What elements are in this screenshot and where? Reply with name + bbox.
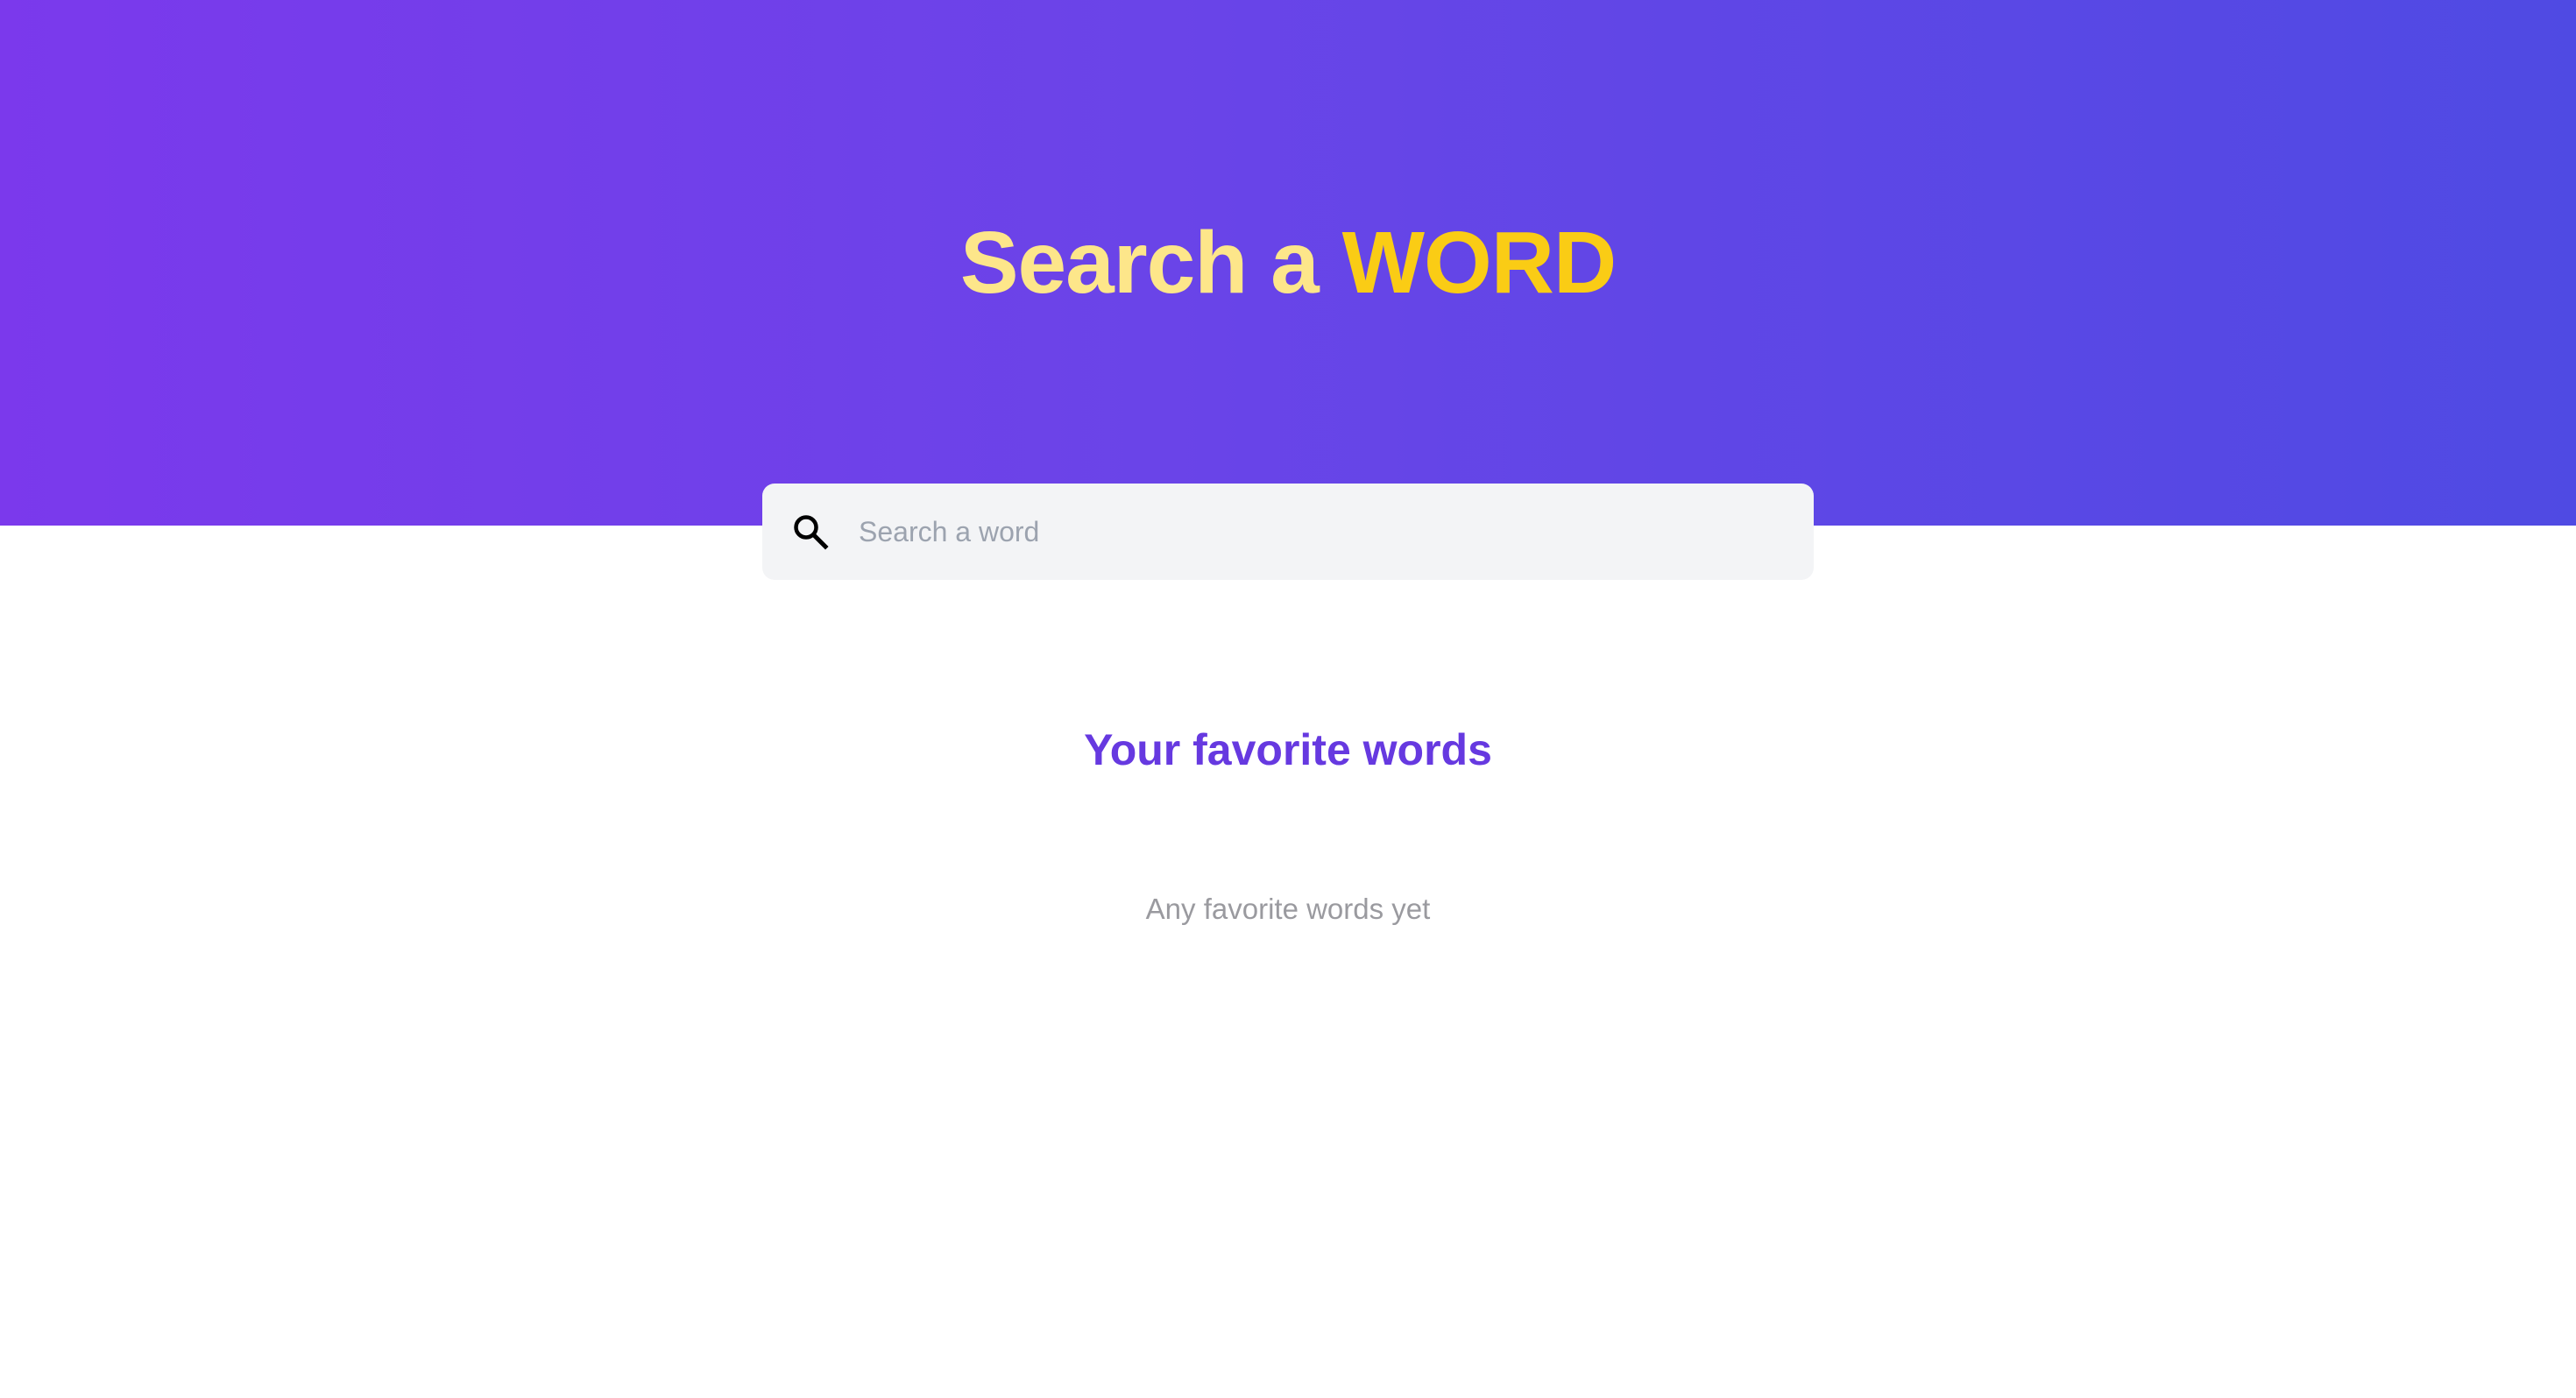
hero-banner: Search a WORD	[0, 0, 2576, 526]
search-bar[interactable]	[762, 484, 1814, 580]
page-title-highlight: WORD	[1341, 214, 1617, 312]
search-input[interactable]	[859, 484, 1787, 580]
search-icon[interactable]	[792, 513, 829, 550]
favorites-empty-message: Any favorite words yet	[1145, 893, 1431, 925]
page-title-prefix: Search a	[959, 214, 1342, 312]
page: Search a WORD Your favorite words Any fa…	[0, 0, 2576, 1398]
favorites-title: Your favorite words	[1084, 725, 1492, 774]
page-title: Search a WORD	[0, 212, 2576, 314]
